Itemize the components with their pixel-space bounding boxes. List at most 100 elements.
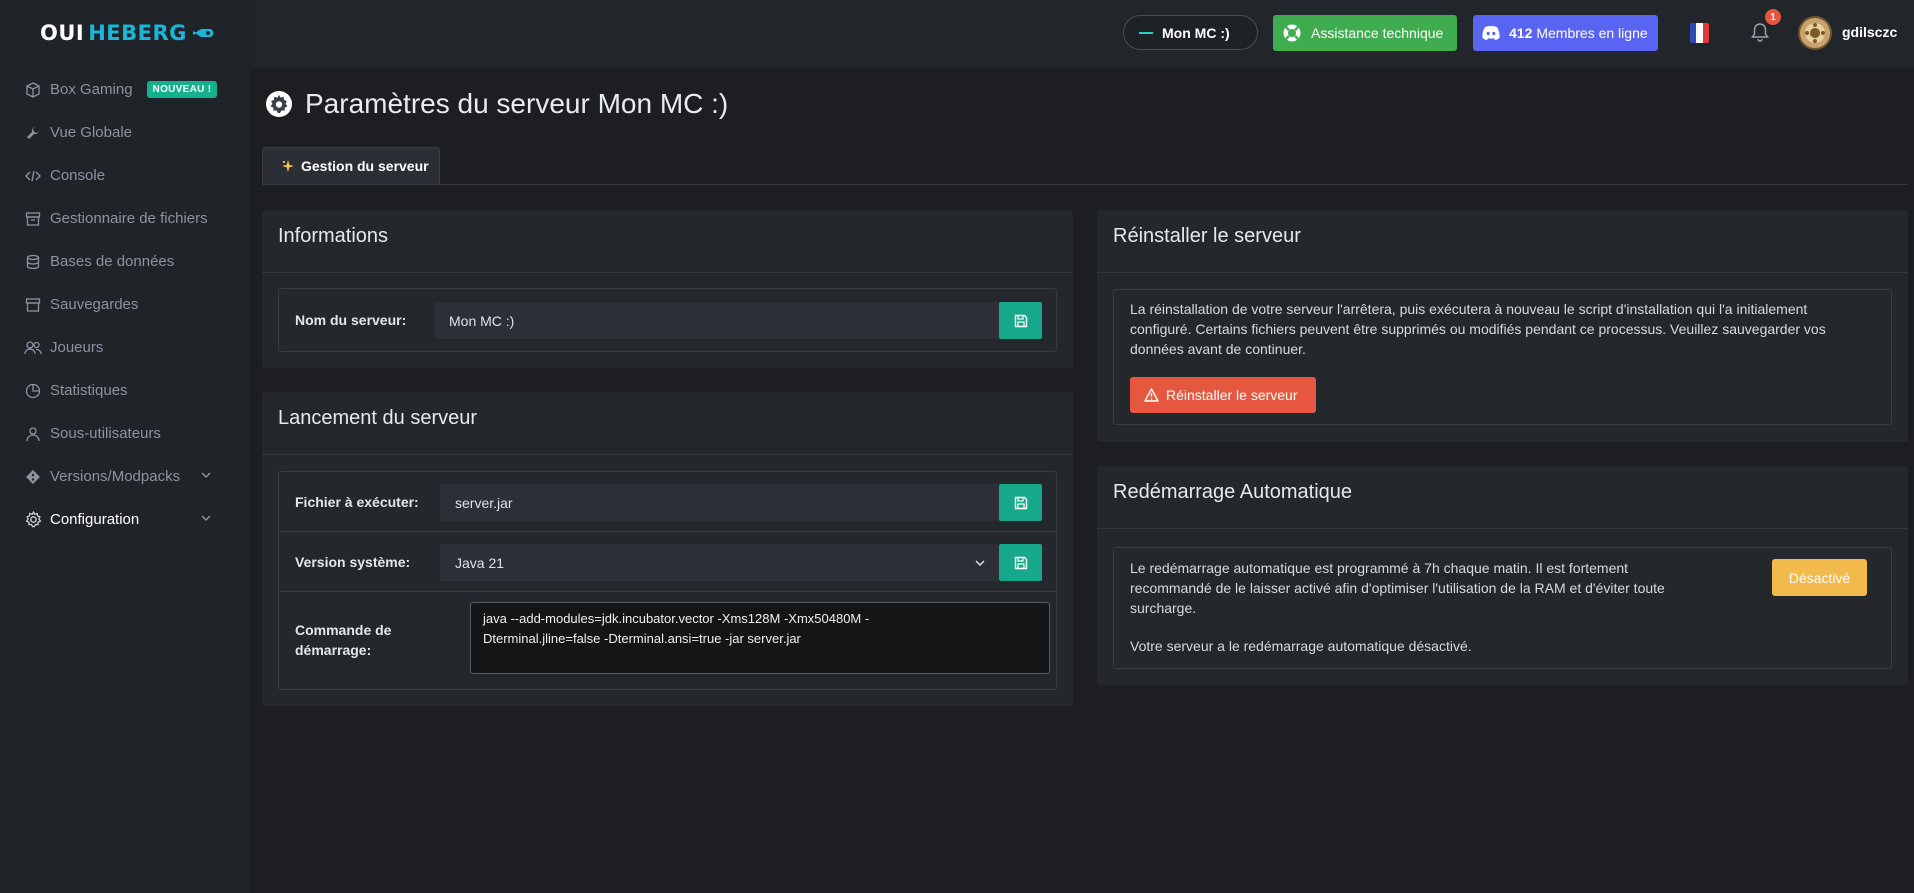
reinstall-body: La réinstallation de votre serveur l'arr… — [1113, 289, 1892, 425]
bell-icon[interactable] — [1751, 22, 1769, 42]
server-selector[interactable]: Mon MC :) — [1123, 15, 1258, 50]
gear-icon — [24, 511, 42, 529]
sidebar-item-players[interactable]: Joueurs — [0, 326, 250, 369]
card-divider — [1097, 272, 1908, 273]
sidebar-item-versions-modpacks[interactable]: Versions/Modpacks — [0, 455, 250, 498]
sidebar-item-label: Versions/Modpacks — [50, 468, 181, 485]
brand-logo[interactable]: OUI HEBERG — [40, 20, 217, 46]
git-diamond-icon — [24, 468, 42, 486]
save-version-button[interactable] — [999, 544, 1042, 581]
sidebar-item-statistics[interactable]: Statistiques — [0, 369, 250, 412]
server-selector-label: Mon MC :) — [1162, 24, 1230, 41]
chevron-down-icon — [201, 515, 211, 521]
reinstall-card: Réinstaller le serveur La réinstallation… — [1097, 210, 1908, 442]
topbar: Mon MC :) Assistance technique 412 Membr… — [250, 0, 1914, 69]
save-icon — [1014, 314, 1027, 327]
auto-restart-status: Votre serveur a le redémarrage automatiq… — [1130, 638, 1472, 654]
card-divider — [1097, 528, 1908, 529]
launch-form: Fichier à exécuter: server.jar Version s… — [278, 471, 1057, 690]
auto-restart-text-line-3: surcharge. — [1130, 600, 1197, 616]
chevron-down-icon — [975, 560, 985, 567]
language-flag-fr-icon[interactable] — [1690, 23, 1709, 43]
support-button[interactable]: Assistance technique — [1273, 15, 1457, 51]
sidebar-item-label: Bases de données — [50, 253, 175, 270]
sidebar-item-file-manager[interactable]: Gestionnaire de fichiers — [0, 197, 250, 240]
sidebar-nav: Box Gaming NOUVEAU ! Vue Globale Console… — [0, 68, 250, 541]
discord-member-count: 412 — [1509, 25, 1533, 41]
sidebar-item-label: Gestionnaire de fichiers — [50, 210, 208, 227]
auto-restart-body: Le redémarrage automatique est programmé… — [1113, 547, 1892, 669]
sidebar-item-label: Sauvegardes — [50, 296, 139, 313]
notification-count-badge: 1 — [1765, 9, 1781, 25]
sidebar-item-box-gaming[interactable]: Box Gaming NOUVEAU ! — [0, 68, 250, 111]
card-divider — [262, 454, 1073, 455]
command-label-line-2: démarrage: — [295, 642, 372, 658]
discord-icon — [1482, 26, 1500, 40]
save-file-button[interactable] — [999, 484, 1042, 521]
sidebar-item-label: Box Gaming — [50, 81, 133, 98]
user-icon — [24, 425, 42, 443]
sidebar-item-sub-users[interactable]: Sous-utilisateurs — [0, 412, 250, 455]
sidebar: OUI HEBERG Box Gaming NOUVEAU ! Vue Glob… — [0, 0, 250, 893]
tab-label: Gestion du serveur — [301, 158, 429, 174]
brand-part-1: OUI — [40, 21, 85, 45]
box-icon — [24, 81, 42, 99]
reinstall-button-label: Réinstaller le serveur — [1166, 387, 1298, 403]
save-icon — [1014, 556, 1027, 569]
server-name-input[interactable]: Mon MC :) — [434, 302, 1000, 339]
card-divider — [262, 272, 1073, 273]
save-icon — [1014, 496, 1027, 509]
sidebar-item-backups[interactable]: Sauvegardes — [0, 283, 250, 326]
file-row: Fichier à exécuter: server.jar — [279, 472, 1056, 532]
file-input[interactable]: server.jar — [440, 484, 1000, 521]
discord-button-label: Membres en ligne — [1536, 25, 1648, 41]
version-select-value: Java 21 — [455, 554, 505, 571]
version-label: Version système: — [295, 554, 411, 570]
avatar[interactable] — [1798, 16, 1832, 50]
startup-command-textarea[interactable]: java --add-modules=jdk.incubator.vector … — [470, 602, 1050, 674]
command-label-line-1: Commande de — [295, 622, 392, 638]
informations-form: Nom du serveur: Mon MC :) — [278, 288, 1057, 352]
version-select[interactable]: Java 21 — [440, 544, 1000, 581]
card-title: Réinstaller le serveur — [1113, 225, 1301, 247]
sidebar-item-label: Sous-utilisateurs — [50, 425, 161, 442]
username[interactable]: gdilsczc — [1842, 24, 1897, 40]
brand-part-2: HEBERG — [88, 21, 187, 45]
sidebar-item-label: Configuration — [50, 511, 140, 528]
reinstall-button[interactable]: Réinstaller le serveur — [1130, 377, 1316, 413]
avatar-pattern-icon — [1805, 23, 1825, 43]
reinstall-text-line-3: données avant de continuer. — [1130, 341, 1306, 357]
tab-server-management[interactable]: Gestion du serveur — [262, 147, 440, 184]
discord-button[interactable]: 412 Membres en ligne — [1473, 15, 1658, 51]
auto-restart-description: Le redémarrage automatique est programmé… — [1130, 558, 1710, 618]
card-title: Lancement du serveur — [278, 407, 478, 429]
sidebar-item-console[interactable]: Console — [0, 154, 250, 197]
new-badge: NOUVEAU ! — [146, 81, 218, 98]
save-server-name-button[interactable] — [999, 302, 1042, 339]
command-line-1: java --add-modules=jdk.incubator.vector … — [483, 611, 870, 626]
sparkles-icon — [282, 160, 294, 172]
page-title-text: Paramètres du serveur Mon MC :) — [305, 88, 729, 119]
lifebuoy-icon — [1283, 24, 1301, 42]
page-title: Paramètres du serveur Mon MC :) — [265, 88, 728, 120]
sidebar-item-label: Console — [50, 167, 106, 184]
code-icon — [24, 167, 42, 185]
file-label: Fichier à exécuter: — [295, 494, 419, 510]
archive-box-icon — [24, 296, 42, 314]
auto-restart-text-line-2: recommandé de le laisser activé afin d'o… — [1130, 580, 1665, 596]
archive-icon — [24, 210, 42, 228]
reinstall-text-line-1: La réinstallation de votre serveur l'arr… — [1130, 301, 1808, 317]
server-launch-card: Lancement du serveur Fichier à exécuter:… — [262, 392, 1073, 706]
warning-icon — [1144, 388, 1159, 402]
auto-restart-toggle-button[interactable]: Désactivé — [1772, 559, 1867, 596]
card-title: Informations — [278, 225, 389, 247]
sidebar-item-configuration[interactable]: Configuration — [0, 498, 250, 541]
command-label: Commande de démarrage: — [295, 620, 391, 660]
users-icon — [24, 339, 42, 357]
sidebar-item-vue-globale[interactable]: Vue Globale — [0, 111, 250, 154]
command-line-2: Dterminal.jline=false -Dterminal.ansi=tr… — [483, 631, 801, 646]
gear-icon — [266, 91, 292, 117]
auto-restart-card: Redémarrage Automatique Le redémarrage a… — [1097, 466, 1908, 685]
sidebar-item-databases[interactable]: Bases de données — [0, 240, 250, 283]
card-title: Redémarrage Automatique — [1113, 481, 1353, 503]
